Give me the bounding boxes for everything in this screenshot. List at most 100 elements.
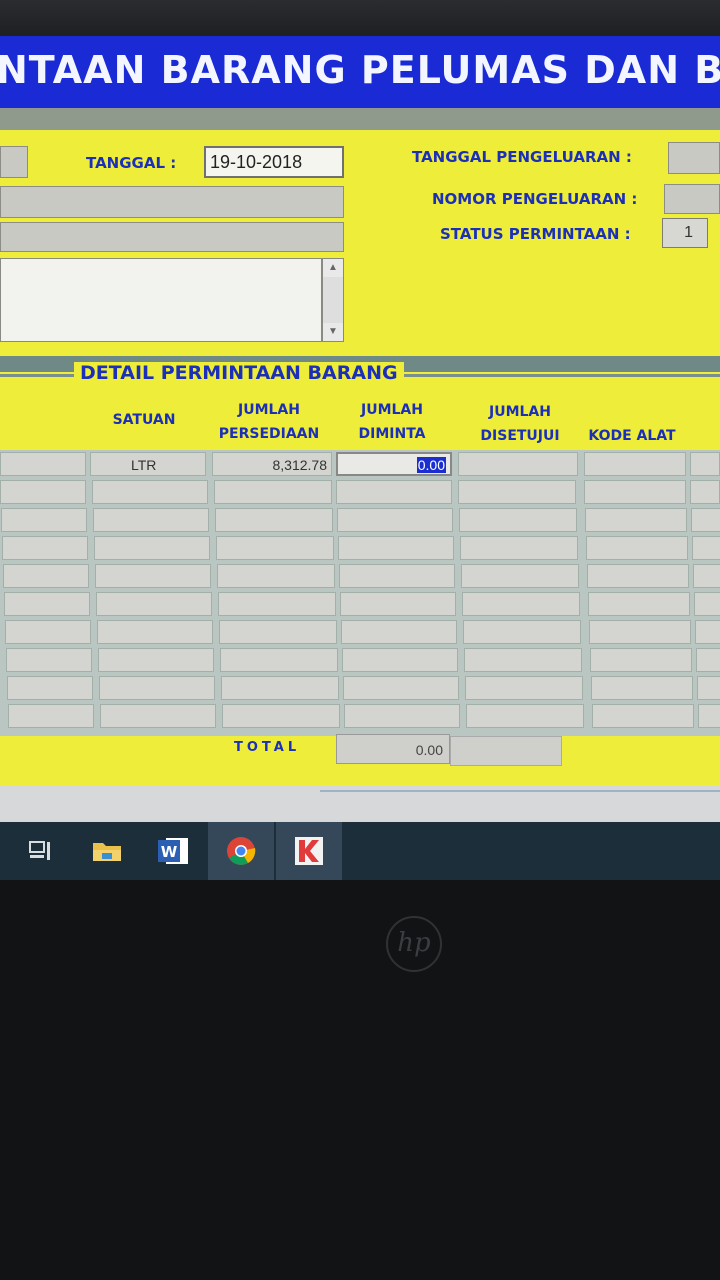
row1-satuan[interactable]: LTR bbox=[90, 452, 206, 476]
col-jumlah-persediaan: JUMLAH PERSEDIAAN bbox=[210, 398, 328, 446]
table-cell[interactable] bbox=[697, 676, 720, 700]
table-cell[interactable] bbox=[6, 648, 92, 672]
table-cell[interactable] bbox=[2, 536, 88, 560]
table-cell[interactable] bbox=[222, 704, 340, 728]
status-permintaan-label: STATUS PERMINTAAN : bbox=[440, 225, 631, 243]
word-icon[interactable]: W bbox=[140, 822, 206, 880]
table-cell[interactable] bbox=[219, 620, 337, 644]
table-cell[interactable] bbox=[464, 648, 582, 672]
table-cell[interactable] bbox=[341, 620, 457, 644]
memo-textarea[interactable] bbox=[0, 258, 322, 342]
table-cell[interactable] bbox=[337, 508, 453, 532]
row1-kode-cell[interactable] bbox=[0, 452, 86, 476]
field-partial-left[interactable] bbox=[0, 146, 28, 178]
row1-kode-alat[interactable] bbox=[584, 452, 686, 476]
tanggal-input[interactable]: 19-10-2018 bbox=[204, 146, 344, 178]
task-view-icon[interactable] bbox=[8, 822, 74, 880]
table-cell[interactable] bbox=[221, 676, 339, 700]
nama-field[interactable] bbox=[0, 186, 344, 218]
horizontal-scrollbar[interactable] bbox=[320, 790, 720, 792]
scroll-up-icon[interactable]: ▲ bbox=[323, 259, 343, 277]
table-cell[interactable] bbox=[96, 592, 212, 616]
table-cell[interactable] bbox=[588, 592, 690, 616]
table-cell[interactable] bbox=[95, 564, 211, 588]
table-cell[interactable] bbox=[99, 676, 215, 700]
table-cell[interactable] bbox=[591, 676, 693, 700]
table-cell[interactable] bbox=[338, 536, 454, 560]
status-permintaan-field[interactable]: 1 bbox=[662, 218, 708, 248]
table-cell[interactable] bbox=[98, 648, 214, 672]
row1-diminta-input[interactable]: 0.00 bbox=[336, 452, 452, 476]
chrome-icon[interactable] bbox=[208, 822, 274, 880]
table-cell[interactable] bbox=[458, 480, 576, 504]
table-cell[interactable] bbox=[339, 564, 455, 588]
table-cell[interactable] bbox=[463, 620, 581, 644]
table-cell[interactable] bbox=[217, 564, 335, 588]
table-cell[interactable] bbox=[343, 676, 459, 700]
table-cell[interactable] bbox=[698, 704, 720, 728]
table-cell[interactable] bbox=[214, 480, 332, 504]
table-cell[interactable] bbox=[693, 564, 720, 588]
svg-text:W: W bbox=[161, 843, 178, 861]
total-disetujui-value bbox=[450, 736, 562, 766]
table-cell[interactable] bbox=[336, 480, 452, 504]
table-cell[interactable] bbox=[694, 592, 720, 616]
table-cell[interactable] bbox=[93, 508, 209, 532]
table-cell[interactable] bbox=[8, 704, 94, 728]
table-cell[interactable] bbox=[459, 508, 577, 532]
monitor-bezel-top bbox=[0, 0, 720, 38]
table-cell[interactable] bbox=[584, 480, 686, 504]
row1-extra-cell[interactable] bbox=[690, 452, 720, 476]
title-bar: NTAAN BARANG PELUMAS DAN BBM bbox=[0, 36, 720, 108]
table-cell[interactable] bbox=[100, 704, 216, 728]
total-label: TOTAL bbox=[234, 740, 301, 755]
col-jumlah-diminta: JUMLAH DIMINTA bbox=[340, 398, 444, 446]
table-cell[interactable] bbox=[342, 648, 458, 672]
file-explorer-icon[interactable] bbox=[74, 822, 140, 880]
table-cell[interactable] bbox=[692, 536, 720, 560]
nomor-pengeluaran-field[interactable] bbox=[664, 184, 720, 214]
table-cell[interactable] bbox=[587, 564, 689, 588]
table-cell[interactable] bbox=[696, 648, 720, 672]
table-cell[interactable] bbox=[461, 564, 579, 588]
table-cell[interactable] bbox=[695, 620, 720, 644]
monitor-bezel bbox=[0, 880, 720, 1280]
table-cell[interactable] bbox=[4, 592, 90, 616]
tanggal-pengeluaran-field[interactable] bbox=[668, 142, 720, 174]
table-cell[interactable] bbox=[462, 592, 580, 616]
table-cell[interactable] bbox=[586, 536, 688, 560]
table-cell[interactable] bbox=[92, 480, 208, 504]
table-cell[interactable] bbox=[340, 592, 456, 616]
table-cell[interactable] bbox=[216, 536, 334, 560]
app-k-icon[interactable] bbox=[276, 822, 342, 880]
row1-persediaan[interactable]: 8,312.78 bbox=[212, 452, 332, 476]
table-cell[interactable] bbox=[3, 564, 89, 588]
table-cell[interactable] bbox=[220, 648, 338, 672]
table-cell[interactable] bbox=[7, 676, 93, 700]
col-jumlah-diminta-line1: JUMLAH bbox=[361, 402, 423, 418]
table-cell[interactable] bbox=[465, 676, 583, 700]
table-cell[interactable] bbox=[460, 536, 578, 560]
table-cell[interactable] bbox=[5, 620, 91, 644]
table-cell[interactable] bbox=[585, 508, 687, 532]
row1-disetujui[interactable] bbox=[458, 452, 578, 476]
keterangan-field[interactable] bbox=[0, 222, 344, 252]
table-cell[interactable] bbox=[592, 704, 694, 728]
table-cell[interactable] bbox=[344, 704, 460, 728]
table-cell[interactable] bbox=[690, 480, 720, 504]
row1-diminta-value[interactable]: 0.00 bbox=[416, 457, 446, 473]
scroll-down-icon[interactable]: ▼ bbox=[323, 323, 343, 341]
table-cell[interactable] bbox=[691, 508, 720, 532]
table-cell[interactable] bbox=[466, 704, 584, 728]
table-cell[interactable] bbox=[215, 508, 333, 532]
col-jumlah-persediaan-line2: PERSEDIAAN bbox=[218, 426, 320, 442]
memo-scrollbar[interactable]: ▲ ▼ bbox=[322, 258, 344, 342]
table-cell[interactable] bbox=[97, 620, 213, 644]
table-cell[interactable] bbox=[94, 536, 210, 560]
table-cell[interactable] bbox=[1, 508, 87, 532]
table-cell[interactable] bbox=[218, 592, 336, 616]
window-title: NTAAN BARANG PELUMAS DAN BBM bbox=[0, 48, 720, 92]
table-cell[interactable] bbox=[589, 620, 691, 644]
table-cell[interactable] bbox=[0, 480, 86, 504]
table-cell[interactable] bbox=[590, 648, 692, 672]
